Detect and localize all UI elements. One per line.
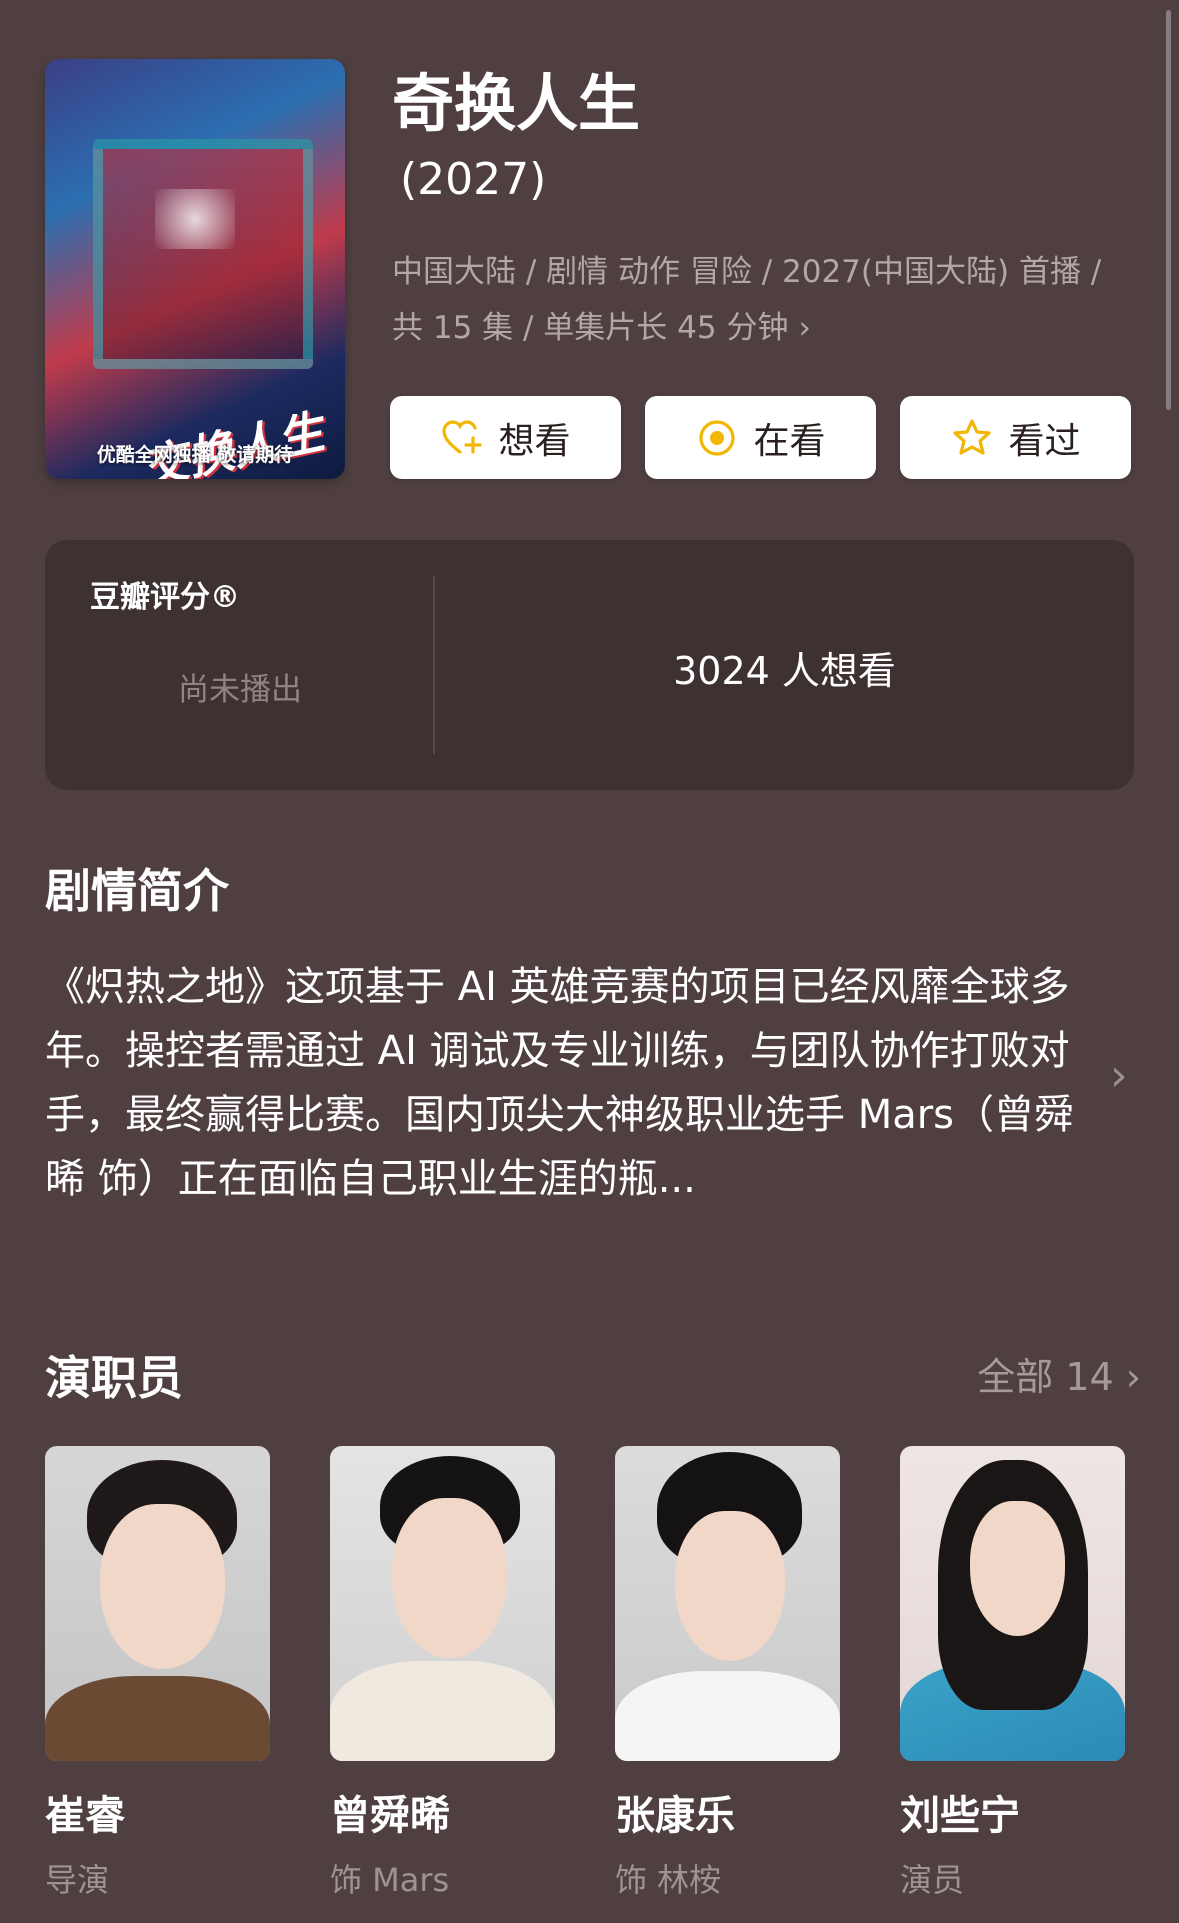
- heart-plus-icon: [442, 419, 483, 454]
- cast-role: 导演: [45, 1861, 110, 1899]
- star-icon: [953, 418, 992, 455]
- meta-line-2-text: 共 15 集 / 单集片长 45 分钟: [392, 310, 789, 346]
- cast-name: 崔睿: [45, 1793, 125, 1839]
- cast-member[interactable]: 刘些宁 演员: [900, 1446, 1125, 1901]
- rating-status: 尚未播出: [178, 672, 302, 708]
- show-meta[interactable]: 中国大陆 / 剧情 动作 冒险 / 2027(中国大陆) 首播 / 共 15 集…: [392, 244, 1137, 356]
- cast-role: 演员: [900, 1861, 965, 1899]
- show-title: 奇换人生: [392, 67, 641, 140]
- cast-view-all-link[interactable]: 全部 14 ›: [977, 1346, 1141, 1401]
- watching-label: 在看: [753, 420, 826, 462]
- want-count: 3024 人想看: [673, 649, 896, 693]
- poster-glow: [155, 189, 235, 249]
- poster-image[interactable]: 交换人生 优酷全网独播 敬请期待: [45, 59, 345, 479]
- want-to-watch-label: 想看: [498, 420, 571, 462]
- cast-all-label: 全部 14: [977, 1355, 1114, 1399]
- douban-rating-label: 豆瓣评分®: [90, 580, 240, 615]
- rating-card[interactable]: 豆瓣评分® 尚未播出 3024 人想看: [45, 540, 1134, 790]
- cast-list: 崔睿 导演 曾舜晞 饰 Mars 张康乐 饰 林桉 刘些宁 演员: [45, 1446, 1125, 1901]
- meta-line-1: 中国大陆 / 剧情 动作 冒险 / 2027(中国大陆) 首播 /: [392, 254, 1102, 290]
- cast-name: 刘些宁: [900, 1793, 1020, 1839]
- chevron-right-icon: ›: [798, 310, 811, 346]
- cast-role: 饰 Mars: [330, 1861, 450, 1899]
- want-to-watch-button[interactable]: 想看: [390, 396, 621, 479]
- watched-label: 看过: [1008, 420, 1081, 462]
- watched-button[interactable]: 看过: [900, 396, 1131, 479]
- cast-member[interactable]: 张康乐 饰 林桉: [615, 1446, 840, 1901]
- scrollbar[interactable]: [1166, 10, 1171, 410]
- cast-member[interactable]: 崔睿 导演: [45, 1446, 270, 1901]
- cast-photo: [45, 1446, 270, 1761]
- cast-photo: [330, 1446, 555, 1761]
- watching-button[interactable]: 在看: [645, 396, 876, 479]
- cast-photo: [900, 1446, 1125, 1761]
- synopsis-title: 剧情简介: [45, 864, 229, 918]
- cast-title: 演职员: [45, 1351, 183, 1405]
- cast-name: 曾舜晞: [330, 1793, 450, 1839]
- meta-line-2: 共 15 集 / 单集片长 45 分钟 ›: [392, 300, 1137, 356]
- action-buttons: 想看 在看 看过: [390, 396, 1131, 479]
- poster-frame: [93, 139, 313, 369]
- synopsis-text[interactable]: 《炽热之地》这项基于 AI 英雄竞赛的项目已经风靡全球多年。操控者需通过 AI …: [45, 955, 1095, 1211]
- chevron-right-icon: ›: [1125, 1355, 1141, 1399]
- poster-tagline: 优酷全网独播 敬请期待: [96, 444, 294, 466]
- cast-name: 张康乐: [615, 1793, 735, 1839]
- cast-role: 饰 林桉: [615, 1861, 722, 1899]
- target-icon: [699, 419, 736, 456]
- chevron-right-icon[interactable]: ›: [1110, 1050, 1128, 1101]
- cast-member[interactable]: 曾舜晞 饰 Mars: [330, 1446, 555, 1901]
- cast-photo: [615, 1446, 840, 1761]
- show-year: (2027): [400, 154, 547, 205]
